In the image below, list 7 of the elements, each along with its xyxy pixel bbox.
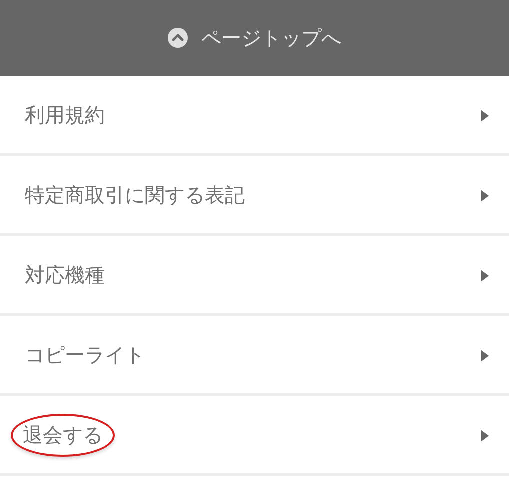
chevron-up-icon [168, 28, 188, 48]
arrow-right-icon [481, 270, 489, 282]
arrow-right-icon [481, 430, 489, 442]
arrow-right-icon [481, 350, 489, 362]
arrow-right-icon [481, 110, 489, 122]
page-top-button[interactable]: ページトップへ [0, 0, 509, 76]
arrow-right-icon [481, 190, 489, 202]
